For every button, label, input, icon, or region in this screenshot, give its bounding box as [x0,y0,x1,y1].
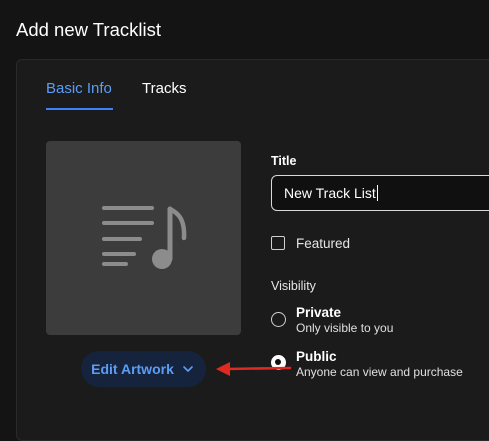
active-tab-indicator [46,108,113,110]
visibility-label: Visibility [271,279,316,293]
text-caret [376,185,378,201]
tab-tracks[interactable]: Tracks [142,80,186,97]
page-title: Add new Tracklist [16,19,161,40]
tab-basic-info[interactable]: Basic Info [46,80,112,97]
public-option-description: Anyone can view and purchase [296,365,463,379]
featured-checkbox[interactable] [271,236,285,250]
private-radio[interactable] [271,312,286,327]
music-list-icon [102,206,187,269]
title-input[interactable]: New Track List [271,175,489,211]
title-label: Title [271,154,297,168]
title-input-value: New Track List [284,185,376,201]
annotation-arrow-icon [216,362,292,376]
artwork-placeholder [46,141,241,335]
edit-artwork-label: Edit Artwork [91,361,174,377]
edit-artwork-button[interactable]: Edit Artwork [81,351,206,387]
chevron-down-icon [183,366,193,372]
public-option-title: Public [296,349,337,364]
featured-label: Featured [296,236,351,251]
private-option-title: Private [296,305,342,320]
private-option-description: Only visible to you [296,321,394,335]
